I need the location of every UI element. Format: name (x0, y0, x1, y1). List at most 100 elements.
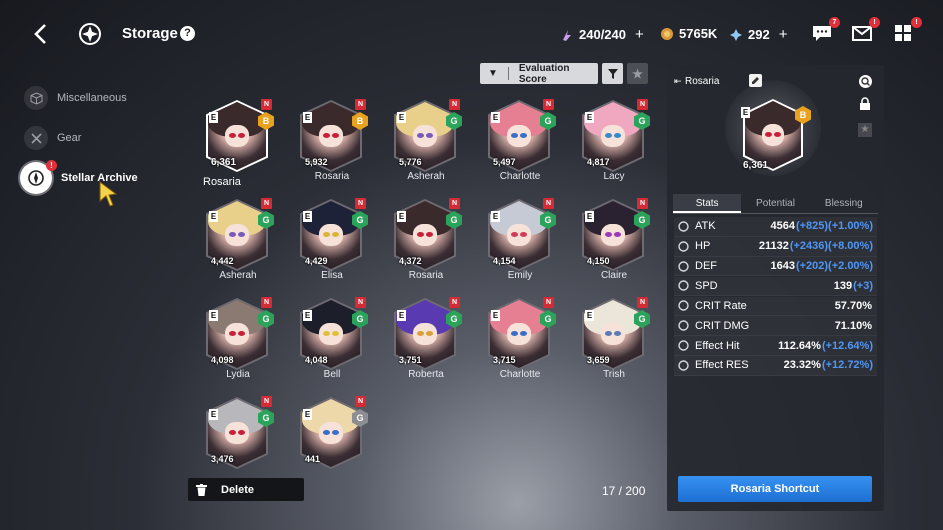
back-arrow-icon[interactable] (30, 22, 52, 46)
filter-button[interactable] (602, 63, 623, 84)
pointer-cursor-icon (99, 181, 118, 207)
favorite-filter-button[interactable]: ★ (627, 63, 648, 84)
card-score: 3,476 (211, 454, 234, 464)
stat-row: ATK 4564 (+825)(+1.00%) (674, 217, 877, 237)
archive-card[interactable]: E N G 4,150 Claire (576, 195, 652, 281)
help-icon[interactable]: ? (180, 26, 195, 41)
stat-value: 139 (833, 279, 853, 292)
new-tag: N (261, 99, 272, 110)
archive-card[interactable]: E N G 3,659 Trish (576, 294, 652, 380)
card-name: Emily (507, 270, 533, 281)
stamina-plus-button[interactable]: + (635, 26, 644, 43)
detail-score: 6,361 (743, 160, 769, 171)
stat-label: CRIT Rate (695, 299, 747, 312)
card-score: 3,751 (399, 355, 422, 365)
sort-dropdown[interactable]: ▼ Evaluation Score (480, 63, 598, 85)
e-tag: E (397, 112, 406, 123)
stat-bonus: (+12.64%) (821, 339, 873, 352)
e-tag: E (303, 409, 312, 420)
sidebar-item-miscellaneous[interactable]: Miscellaneous (24, 78, 184, 118)
mail-button[interactable]: ! (852, 17, 880, 42)
link-arrow-icon: ⇤ (674, 76, 682, 86)
card-score: 5,932 (305, 157, 328, 167)
stat-label: Effect Hit (695, 339, 740, 352)
archive-card[interactable]: E N G 441 (294, 393, 370, 479)
archive-card[interactable]: E N G 4,429 Elisa (294, 195, 370, 281)
mail-badge: ! (869, 17, 880, 28)
lock-icon[interactable] (858, 97, 872, 111)
stat-bonus: (+202)(+2.00%) (795, 260, 873, 273)
stat-value: 112.64% (778, 339, 821, 352)
character-archive-grid: E N B 6,361 Rosaria E N B 5,932 Rosaria (196, 92, 666, 470)
chat-button[interactable]: 7 (812, 17, 840, 42)
new-tag: N (449, 198, 460, 209)
boot-icon (678, 280, 689, 292)
card-name: Rosaria (408, 270, 444, 281)
new-tag: N (355, 198, 366, 209)
archive-card[interactable]: E N G 4,442 Asherah (200, 195, 276, 281)
card-name: Charlotte (499, 171, 541, 182)
stats-list: ATK 4564 (+825)(+1.00%) HP 21132 (+2436)(+8.0… (674, 217, 877, 376)
selected-portrait: E B 6,361 (733, 93, 813, 183)
e-tag: E (397, 310, 406, 321)
archive-card[interactable]: E N G 4,372 Rosaria (388, 195, 464, 281)
archive-card[interactable]: E N G 4,154 Emily (482, 195, 558, 281)
e-tag: E (491, 310, 500, 321)
stamina-counter: 240/240 + (560, 26, 644, 43)
e-tag: E (585, 112, 594, 123)
stat-row: HP 21132 (+2436)(+8.00%) (674, 236, 877, 257)
e-tag: E (491, 211, 500, 222)
card-name: Bell (323, 369, 341, 380)
archive-card[interactable]: E N G 5,776 Asherah (388, 96, 464, 182)
e-tag: E (585, 310, 594, 321)
character-shortcut-button[interactable]: Rosaria Shortcut (678, 476, 872, 502)
new-tag: N (637, 198, 648, 209)
storage-count: 17 / 200 (602, 484, 646, 498)
gold-coin-icon (661, 27, 673, 40)
stellar-archive-badge: ! (46, 160, 57, 171)
crit-dmg-icon (678, 320, 689, 331)
e-tag: E (491, 112, 500, 123)
search-icon[interactable] (859, 75, 872, 88)
archive-card[interactable]: E N G 4,048 Bell (294, 294, 370, 380)
favorite-star-button[interactable]: ★ (858, 123, 872, 137)
archive-card[interactable]: E N G 3,476 (200, 393, 276, 479)
crystal-plus-button[interactable]: + (779, 26, 788, 43)
card-score: 5,776 (399, 157, 422, 167)
new-tag: N (637, 297, 648, 308)
card-score: 4,048 (305, 355, 328, 365)
e-tag: E (209, 310, 218, 321)
archive-card[interactable]: E N G 5,497 Charlotte (482, 96, 558, 182)
card-score: 4,098 (211, 355, 234, 365)
new-tag: N (637, 99, 648, 110)
stat-bonus: (+12.72%) (821, 359, 873, 372)
crit-rate-icon (678, 300, 689, 312)
archive-card[interactable]: E N G 4,817 Lacy (576, 96, 652, 182)
crossed-swords-icon (24, 126, 48, 150)
box-icon (24, 86, 48, 110)
archive-card[interactable]: E N B 6,361 Rosaria (200, 96, 276, 188)
delete-button[interactable]: Delete (188, 478, 304, 501)
menu-button[interactable]: ! (894, 17, 922, 42)
tab-stats[interactable]: Stats (673, 194, 742, 213)
e-tag: E (209, 211, 218, 222)
archive-card[interactable]: E N G 3,751 Roberta (388, 294, 464, 380)
archive-card[interactable]: E N G 3,715 Charlotte (482, 294, 558, 380)
archive-card[interactable]: E N G 4,098 Lydia (200, 294, 276, 380)
stat-row: DEF 1643 (+202)(+2.00%) (674, 256, 877, 277)
card-name: Roberta (408, 369, 444, 380)
stat-row: CRIT Rate 57.70% (674, 296, 877, 317)
card-score: 4,442 (211, 256, 234, 266)
archive-card[interactable]: E N B 5,932 Rosaria (294, 96, 370, 182)
card-name: Lacy (603, 171, 625, 182)
sidebar-item-label: Miscellaneous (57, 92, 127, 104)
e-tag: E (397, 211, 406, 222)
stat-label: Effect RES (695, 359, 749, 372)
new-tag: N (355, 297, 366, 308)
card-name: Trish (603, 369, 625, 380)
tab-potential[interactable]: Potential (741, 194, 809, 213)
e-tag: E (303, 310, 312, 321)
sidebar-item-gear[interactable]: Gear (24, 118, 184, 158)
stat-row: Effect RES 23.32% (+12.72%) (674, 356, 877, 376)
tab-blessing[interactable]: Blessing (810, 194, 878, 213)
